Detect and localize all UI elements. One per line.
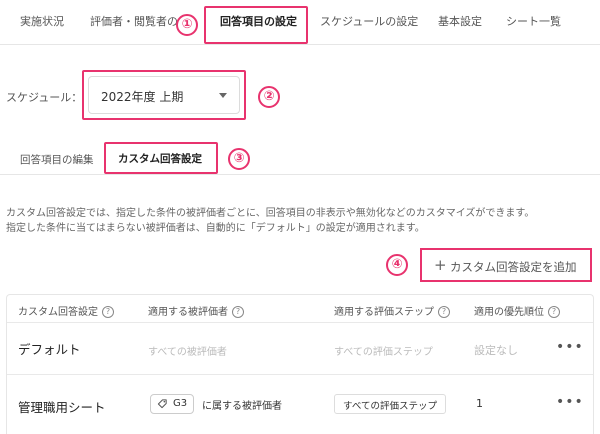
tab-status[interactable]: 実施状況: [20, 0, 64, 44]
annotation-badge-4: ④: [386, 254, 408, 276]
highlight-frame-1: [204, 6, 308, 44]
help-icon[interactable]: ?: [232, 306, 244, 318]
tab-schedule[interactable]: スケジュールの設定: [320, 0, 418, 44]
row-manager-priority: 1: [476, 397, 483, 410]
row-default-evaluatee: すべての被評価者: [148, 347, 227, 358]
schedule-select[interactable]: 2022年度 上期: [88, 76, 240, 114]
subtab-divider: [0, 174, 600, 175]
annotation-badge-3: ③: [228, 148, 250, 170]
row-default-priority: 設定なし: [474, 344, 518, 357]
more-menu-icon[interactable]: •••: [556, 339, 584, 355]
tab-sheet-list[interactable]: シート一覧: [506, 0, 561, 44]
row-default-name: デフォルト: [18, 342, 81, 357]
description-line-2: 指定した条件に当てはまらない被評価者は、自動的に「デフォルト」の設定が適用されま…: [6, 223, 425, 234]
row-manager-step: すべての評価ステップ: [343, 401, 437, 412]
row-manager-name: 管理職用シート: [18, 400, 106, 415]
plus-icon: +: [434, 256, 447, 274]
header-step: 適用する評価ステップ?: [334, 303, 450, 318]
row-default-step: すべての評価ステップ: [334, 347, 433, 358]
help-icon[interactable]: ?: [438, 306, 450, 318]
group-tag: G3: [150, 394, 194, 414]
add-custom-setting-label: カスタム回答設定を追加: [450, 260, 577, 274]
help-icon[interactable]: ?: [548, 306, 560, 318]
tab-evaluators[interactable]: 評価者・閲覧者の: [90, 0, 178, 44]
header-custom-setting: カスタム回答設定?: [18, 303, 114, 318]
group-tag-label: G3: [173, 398, 188, 409]
annotation-badge-2: ②: [258, 86, 280, 108]
description-line-1: カスタム回答設定では、指定した条件の被評価者ごとに、回答項目の非表示や無効化など…: [6, 208, 535, 219]
step-pill: すべての評価ステップ: [334, 394, 446, 414]
chevron-down-icon: [219, 93, 227, 98]
help-icon[interactable]: ?: [102, 306, 114, 318]
more-menu-icon[interactable]: •••: [556, 394, 584, 410]
tab-basic-settings[interactable]: 基本設定: [438, 0, 482, 44]
row-manager-evaluatee: に属する被評価者: [202, 401, 282, 412]
add-custom-setting-button[interactable]: + カスタム回答設定を追加: [420, 248, 592, 282]
header-priority: 適用の優先順位?: [474, 303, 560, 318]
header-evaluatee: 適用する被評価者?: [148, 303, 244, 318]
schedule-label: スケジュール：: [6, 91, 83, 104]
subtab-edit-items[interactable]: 回答項目の編集: [20, 152, 94, 167]
schedule-select-value: 2022年度 上期: [101, 90, 184, 104]
row-divider: [7, 374, 593, 375]
tag-icon: [157, 399, 167, 409]
annotation-badge-1: ①: [176, 14, 198, 36]
subtab-custom-answers[interactable]: カスタム回答設定: [118, 151, 202, 166]
header-divider: [7, 322, 593, 323]
